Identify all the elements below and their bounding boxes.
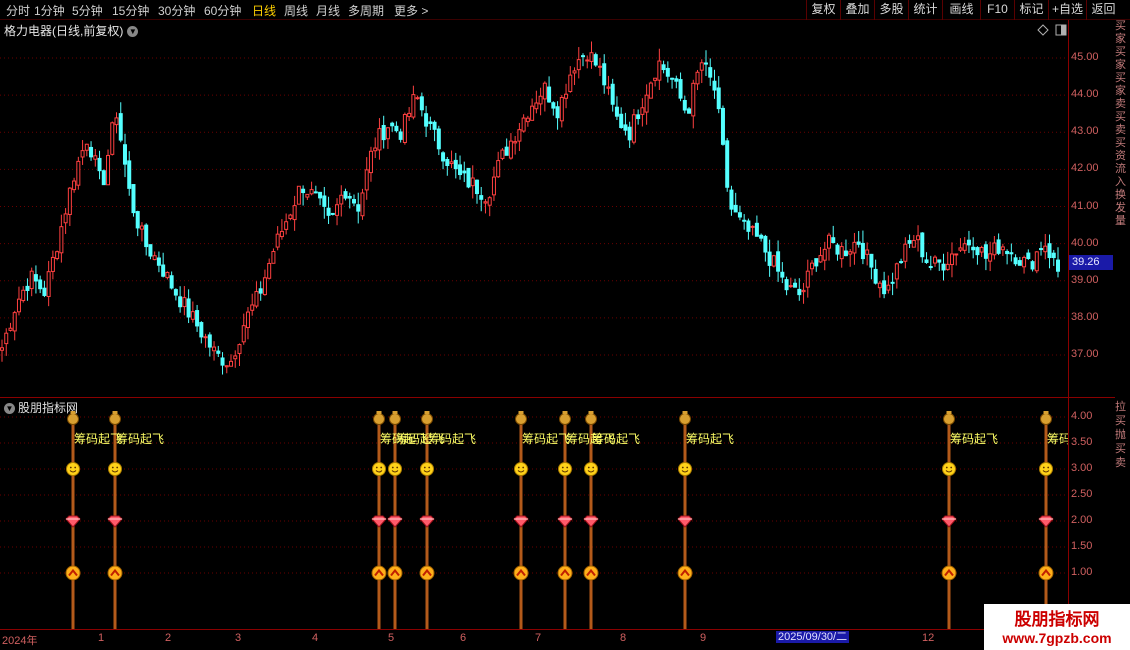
date-label: 6 [460,632,467,644]
price-tick-label: 38.00 [1071,310,1099,323]
price-tick-label: 45.00 [1071,51,1099,63]
price-tick-label: 37.00 [1071,348,1099,360]
date-label: 3 [235,632,242,644]
signal-label: 筹码起飞 [74,432,123,446]
current-price-badge: 39.26 [1069,255,1113,270]
price-tick-label: 40.00 [1071,236,1099,249]
side-panel-lower[interactable]: 拉买抛买卖 [1115,400,1130,600]
indicator-tick-label: 3.00 [1071,462,1093,474]
indicator-tick-label: 4.00 [1071,410,1093,422]
date-label: 2 [165,632,172,644]
date-label: 4 [312,632,319,644]
signal-label: 筹码起飞 [116,432,165,446]
signal-label: 筹码起飞 [686,432,735,446]
signal-label: 筹码起飞 [950,432,999,446]
date-label: 12 [922,632,935,644]
indicator-tick-label: 1.50 [1071,540,1093,552]
watermark-logo: 股朋指标网 www.7gpzb.com [984,604,1130,650]
date-label: 9 [700,632,707,644]
date-axis: 2024年 1 2 3 4 5 6 7 8 9 12 2025/09/30/二 [0,629,1130,647]
price-tick-label: 41.00 [1071,199,1099,212]
date-label: 8 [620,632,627,644]
signal-label: 筹码起飞 [522,432,571,446]
signal-label: 筹码起飞 [1047,432,1068,446]
back-button[interactable]: 返回 [1086,0,1120,20]
price-tick-label: 43.00 [1071,125,1099,138]
indicator-tick-label: 3.50 [1071,436,1093,448]
date-label: 2024年 [2,635,38,647]
indicator-tick-label: 2.00 [1071,514,1093,526]
right-axis-line [1068,20,1069,630]
date-label: 5 [388,632,395,644]
date-label: 1 [98,632,105,644]
price-tick-label: 42.00 [1071,162,1099,175]
side-panel-upper[interactable]: 买家买家买家卖买卖买资流入换发量 [1115,20,1130,400]
price-tick-label: 44.00 [1071,88,1099,101]
indicator-tick-label: 2.50 [1071,488,1093,500]
indicator-tick-label: 1.00 [1071,566,1093,578]
watermark-url: www.7gpzb.com [1002,630,1112,646]
signal-label: 筹码起飞 [428,432,477,446]
signal-label: 筹码起飞 [592,432,641,446]
date-label: 7 [535,632,542,644]
watermark-title: 股朋指标网 [1014,610,1100,629]
cursor-date-badge: 2025/09/30/二 [776,631,850,643]
signal-labels: 筹码起飞 筹码起飞 筹码起飞 筹码起飞 筹码起飞 筹码起飞 筹码起飞 筹码起飞 筹码起飞 筹码起飞… [0,0,1068,650]
price-tick-label: 39.00 [1071,273,1099,286]
